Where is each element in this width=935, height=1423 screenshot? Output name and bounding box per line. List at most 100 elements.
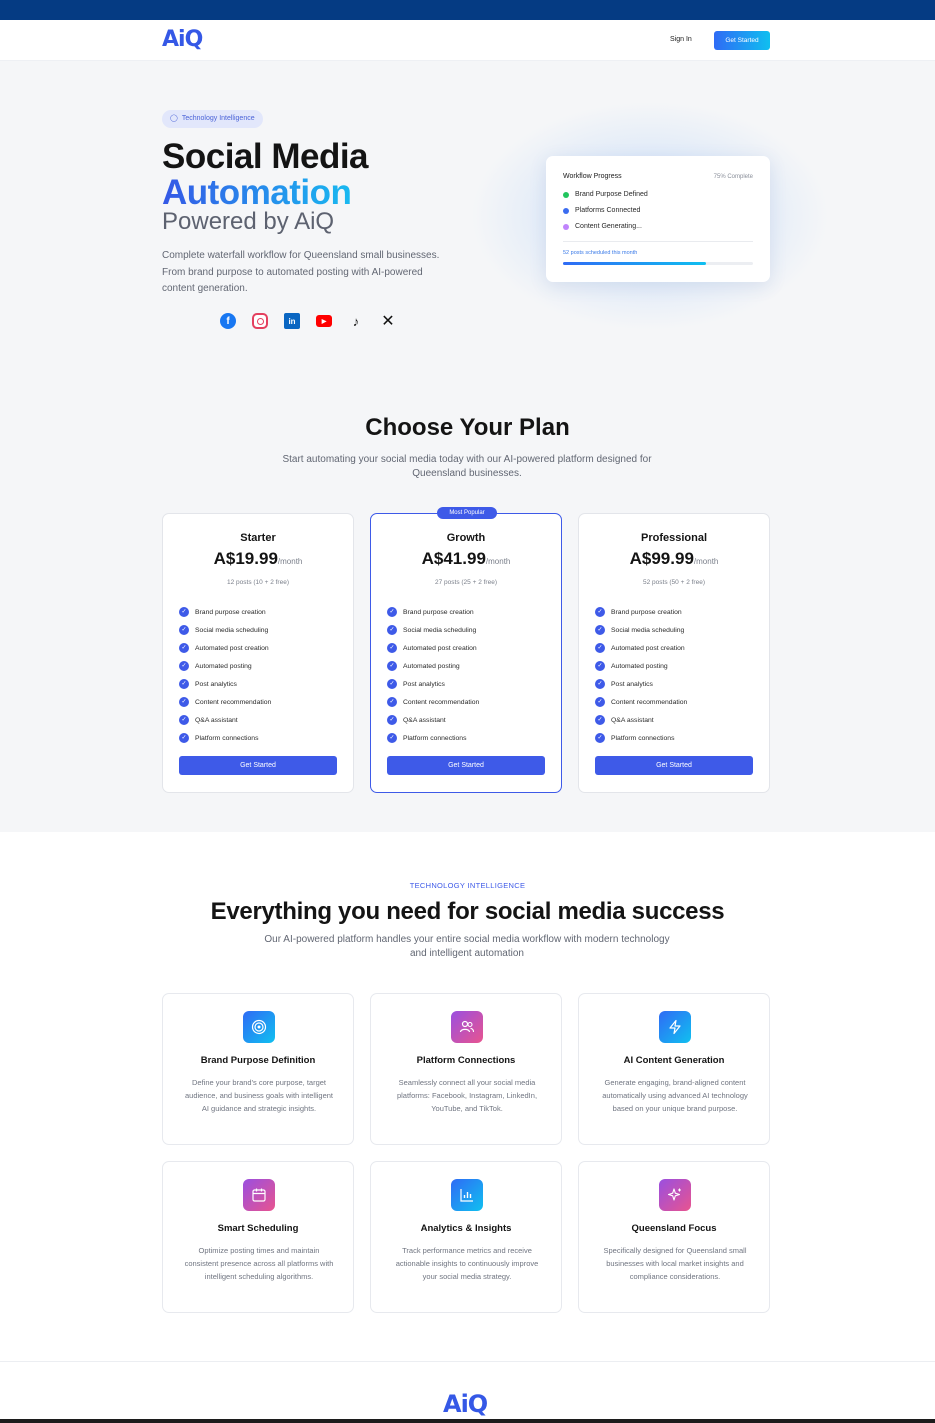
feature-card: Smart Scheduling Optimize posting times … xyxy=(162,1161,354,1313)
plan-price: A$99.99/month xyxy=(579,549,769,569)
features-eyebrow: TECHNOLOGY INTELLIGENCE xyxy=(409,881,526,890)
check-icon: ✓ xyxy=(595,733,605,743)
check-icon: ✓ xyxy=(387,697,397,707)
plan-feature-item: ✓ Q&A assistant xyxy=(179,711,271,729)
plan-feature-item: ✓ Automated posting xyxy=(595,657,687,675)
plan-posts: 12 posts (10 + 2 free) xyxy=(227,579,289,586)
footer-strip xyxy=(0,1419,935,1423)
chart-icon xyxy=(451,1179,483,1211)
plan-feature-item: ✓ Content recommendation xyxy=(387,693,479,711)
plan-posts: 52 posts (50 + 2 free) xyxy=(643,579,705,586)
check-icon: ✓ xyxy=(387,733,397,743)
plan-feature-item: ✓ Content recommendation xyxy=(179,693,271,711)
workflow-scheduled: 52 posts scheduled this month xyxy=(563,250,638,256)
plan-get-started-button[interactable]: Get Started xyxy=(387,756,545,775)
plan-feature-label: Social media scheduling xyxy=(611,626,685,634)
check-icon: ✓ xyxy=(387,715,397,725)
hero-badge: ◯ Technology Intelligence xyxy=(162,110,263,128)
features-subtitle: Our AI-powered platform handles your ent… xyxy=(264,934,670,959)
plan-price-amount: A$99.99 xyxy=(629,549,694,568)
sign-in-link[interactable]: Sign In xyxy=(670,36,692,43)
plan-feature-label: Platform connections xyxy=(195,734,259,742)
tiktok-icon[interactable]: ♪ xyxy=(348,313,364,329)
check-icon: ✓ xyxy=(595,697,605,707)
plan-feature-label: Automated post creation xyxy=(195,644,269,652)
users-icon xyxy=(451,1011,483,1043)
status-dot xyxy=(563,191,569,198)
features-title: Everything you need for social media suc… xyxy=(210,898,725,925)
plan-get-started-button[interactable]: Get Started xyxy=(179,756,337,775)
hero-title-line2: Automation xyxy=(162,173,352,212)
youtube-icon[interactable]: ▶ xyxy=(316,315,332,327)
plan-feature-item: ✓ Q&A assistant xyxy=(387,711,479,729)
feature-title: Queensland Focus xyxy=(631,1223,717,1234)
check-icon: ✓ xyxy=(387,679,397,689)
feature-title: Analytics & Insights xyxy=(420,1223,512,1234)
pricing-title: Choose Your Plan xyxy=(365,414,570,441)
feature-description: Define your brand's core purpose, target… xyxy=(184,1078,333,1113)
workflow-item: Content Generating... xyxy=(563,223,642,230)
check-icon: ✓ xyxy=(179,733,189,743)
plan-feature-item: ✓ Platform connections xyxy=(595,729,687,747)
plan-feature-label: Q&A assistant xyxy=(403,716,446,724)
plan-feature-label: Content recommendation xyxy=(195,698,272,706)
plan-price-period: /month xyxy=(277,557,303,566)
plan-price-period: /month xyxy=(485,557,511,566)
feature-card: Queensland Focus Specifically designed f… xyxy=(578,1161,770,1313)
plan-name: Starter xyxy=(240,532,276,544)
plan-feature-label: Content recommendation xyxy=(403,698,480,706)
feature-description: Track performance metrics and receive ac… xyxy=(395,1246,539,1281)
feature-description: Seamlessly connect all your social media… xyxy=(396,1078,538,1113)
check-icon: ✓ xyxy=(179,715,189,725)
plan-feature-label: Social media scheduling xyxy=(195,626,269,634)
x-icon[interactable]: ✕ xyxy=(380,313,396,330)
plan-feature-item: ✓ Automated post creation xyxy=(387,639,479,657)
check-icon: ✓ xyxy=(179,625,189,635)
plan-feature-label: Platform connections xyxy=(611,734,675,742)
divider xyxy=(563,241,753,242)
plan-feature-item: ✓ Post analytics xyxy=(387,675,479,693)
feature-card: Analytics & Insights Track performance m… xyxy=(370,1161,562,1313)
workflow-percent: 75% Complete xyxy=(713,174,753,180)
plan-name: Growth xyxy=(446,532,486,544)
workflow-item-label: Content Generating... xyxy=(575,223,642,230)
instagram-icon[interactable] xyxy=(252,313,268,329)
plan-feature-label: Automated posting xyxy=(195,662,252,670)
check-icon: ✓ xyxy=(179,679,189,689)
plan-feature-item: ✓ Brand purpose creation xyxy=(595,603,687,621)
hero-title-line1: Social Media xyxy=(162,137,369,176)
lightbulb-icon: ◯ xyxy=(170,115,178,122)
check-icon: ✓ xyxy=(595,625,605,635)
check-icon: ✓ xyxy=(179,661,189,671)
check-icon: ✓ xyxy=(595,643,605,653)
check-icon: ✓ xyxy=(595,661,605,671)
plan-card-growth: Most Popular Growth A$41.99/month 27 pos… xyxy=(370,507,562,793)
facebook-icon[interactable]: f xyxy=(220,313,236,329)
plan-name: Professional xyxy=(640,532,708,544)
check-icon: ✓ xyxy=(595,607,605,617)
logo[interactable]: AiQ xyxy=(162,27,203,52)
plan-feature-label: Automated posting xyxy=(611,662,668,670)
plan-price: A$41.99/month xyxy=(371,549,561,569)
status-dot xyxy=(563,223,569,230)
footer: AiQ xyxy=(0,1361,935,1423)
plan-feature-item: ✓ Social media scheduling xyxy=(179,621,271,639)
footer-logo[interactable]: AiQ xyxy=(443,1390,488,1418)
nav-get-started-button[interactable]: Get Started xyxy=(714,31,770,50)
plan-feature-item: ✓ Automated posting xyxy=(179,657,271,675)
plan-price-amount: A$19.99 xyxy=(213,549,278,568)
top-accent-bar xyxy=(0,0,935,20)
plan-feature-label: Q&A assistant xyxy=(195,716,238,724)
plan-feature-label: Brand purpose creation xyxy=(403,608,474,616)
plan-feature-label: Brand purpose creation xyxy=(195,608,266,616)
plan-feature-label: Post analytics xyxy=(195,680,237,688)
plan-get-started-button[interactable]: Get Started xyxy=(595,756,753,775)
plan-feature-item: ✓ Automated post creation xyxy=(595,639,687,657)
feature-card: AI Content Generation Generate engaging,… xyxy=(578,993,770,1145)
linkedin-icon[interactable]: in xyxy=(284,313,300,329)
plan-feature-item: ✓ Post analytics xyxy=(595,675,687,693)
workflow-progress-fill xyxy=(563,262,706,265)
plan-feature-item: ✓ Platform connections xyxy=(179,729,271,747)
status-dot xyxy=(563,207,569,214)
plan-price-period: /month xyxy=(693,557,719,566)
